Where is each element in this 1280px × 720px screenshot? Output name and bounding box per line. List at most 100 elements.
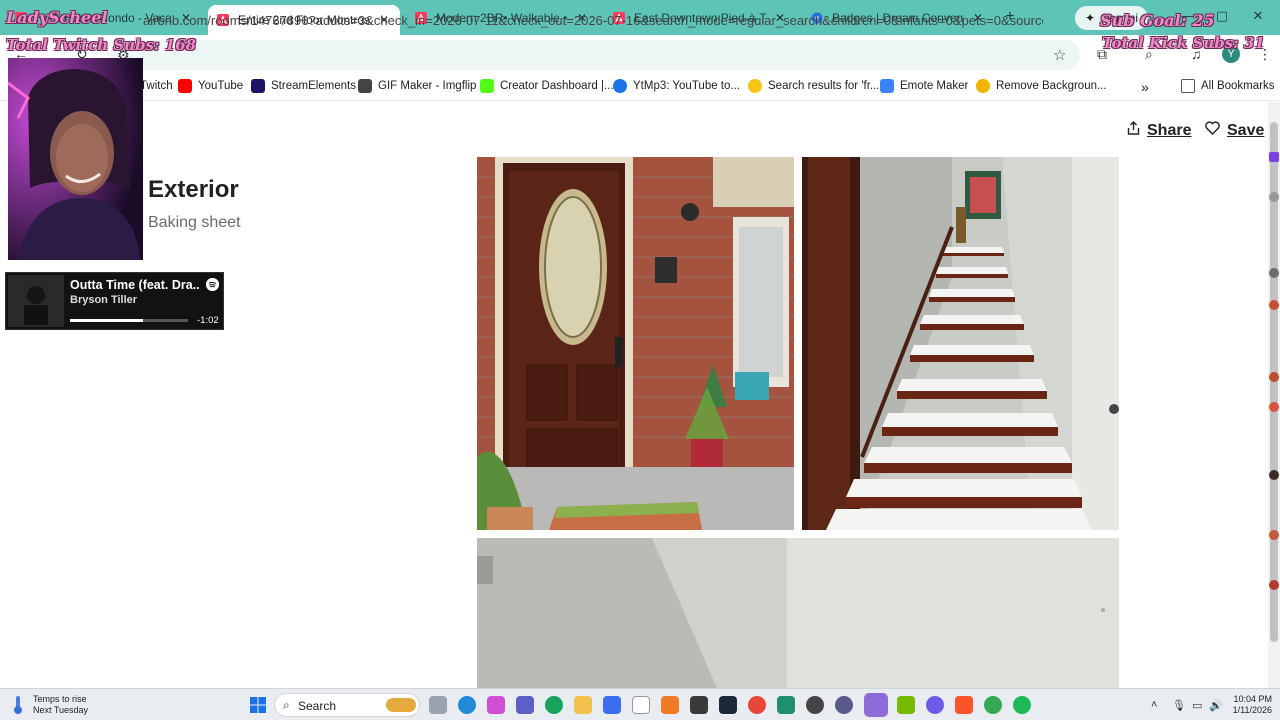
streamer-name-overlay: LadyScheel: [6, 8, 108, 27]
bookmark-label: YtMp3: YouTube to...: [633, 80, 740, 92]
bookmark-label: GIF Maker - Imgflip: [378, 80, 477, 92]
copilot-icon[interactable]: [487, 696, 505, 714]
bookmark-label: StreamElements: [271, 80, 357, 92]
bookmark-label: Emote Maker: [900, 80, 969, 92]
side-extension-strip: [1268, 140, 1280, 600]
emote-maker-icon: [880, 79, 894, 93]
speaker-icon[interactable]: 🔊: [1209, 699, 1223, 712]
capture-icon[interactable]: [690, 696, 708, 714]
spotify-taskbar-icon[interactable]: [1013, 696, 1031, 714]
url-text[interactable]: airbnb.com/rooms/14767896?adults=3&check…: [143, 13, 1043, 28]
chevron-up-icon[interactable]: ˄: [1151, 699, 1157, 711]
imgflip-icon: [358, 79, 372, 93]
chrome-profile-icon[interactable]: [984, 696, 1002, 714]
clock-date[interactable]: 1/11/2026: [1224, 705, 1272, 715]
all-bookmarks-label: All Bookmarks: [1201, 80, 1275, 92]
weather-title[interactable]: Temps to rise: [33, 694, 87, 704]
microphone-icon[interactable]: 🎙: [1172, 699, 1186, 712]
extension-icon[interactable]: [1269, 402, 1279, 412]
bookmark-streamelements[interactable]: StreamElements: [251, 79, 356, 93]
listing-photo-tour-page: Share Save Exterior Baking sheet: [0, 102, 1268, 688]
bookmark-youtube[interactable]: YouTube: [178, 79, 243, 93]
save-label: Save: [1227, 121, 1265, 139]
section-subtitle: Baking sheet: [148, 214, 241, 231]
folder-icon: [1181, 79, 1195, 93]
extension-icon[interactable]: [1269, 268, 1279, 278]
extension-icon[interactable]: [1269, 152, 1279, 162]
extension-icon[interactable]: [1269, 192, 1279, 202]
track-remaining-time: -1:02: [197, 315, 219, 326]
bookmark-imgflip[interactable]: GIF Maker - Imgflip: [358, 79, 476, 93]
search-icon: ⌕: [283, 698, 290, 712]
app-icon[interactable]: [777, 696, 795, 714]
save-button[interactable]: Save: [1205, 121, 1264, 140]
bookmark-search-results[interactable]: Search results for 'fr...: [748, 79, 880, 93]
brave-icon[interactable]: [955, 696, 973, 714]
bookmark-label: Search results for 'fr...: [768, 80, 880, 92]
extension-icon[interactable]: [1269, 300, 1279, 310]
file-explorer-icon[interactable]: [574, 696, 592, 714]
address-bar[interactable]: [110, 40, 1080, 70]
track-title: Outta Time (feat. Dra...: [70, 278, 200, 292]
bookmark-ytmp3[interactable]: YtMp3: YouTube to...: [613, 79, 740, 93]
app-circle-icon[interactable]: [835, 696, 853, 714]
windows-start-icon[interactable]: [249, 696, 267, 714]
more-bookmarks-chevron-icon[interactable]: »: [1141, 79, 1149, 95]
streamelements-icon: [251, 79, 265, 93]
notepad-icon[interactable]: [632, 696, 650, 714]
app-a-icon[interactable]: [661, 696, 679, 714]
nvidia-icon[interactable]: [897, 696, 915, 714]
share-icon: [1127, 121, 1140, 140]
share-button[interactable]: Share: [1127, 121, 1191, 140]
track-progress-fill: [70, 319, 144, 322]
steam-icon[interactable]: [719, 696, 737, 714]
twitch-subs-overlay: Total Twitch Subs: 168: [6, 36, 197, 54]
search-results-icon: [748, 79, 762, 93]
extension-icon[interactable]: [1269, 470, 1279, 480]
track-progress-bar: [70, 319, 188, 322]
discord-icon[interactable]: [864, 693, 888, 717]
creator-dashboard-icon: [480, 79, 494, 93]
extension-icon[interactable]: [1269, 580, 1279, 590]
ytmp3-icon: [613, 79, 627, 93]
photo-staircase[interactable]: [802, 157, 1119, 530]
clock-time[interactable]: 10:04 PM: [1224, 694, 1272, 704]
edge-icon[interactable]: [458, 696, 476, 714]
heart-icon: [1205, 121, 1220, 140]
obs-icon[interactable]: [806, 696, 824, 714]
xbox-icon[interactable]: [545, 696, 563, 714]
close-window-icon[interactable]: ✕: [1248, 8, 1268, 26]
bookmark-label: Remove Backgroun...: [996, 80, 1107, 92]
remove-bg-icon: [976, 79, 990, 93]
teams-icon[interactable]: [516, 696, 534, 714]
sub-goal-overlay: Sub Goal: 25: [1100, 11, 1215, 30]
all-bookmarks[interactable]: All Bookmarks: [1181, 79, 1275, 93]
photo-hallway-ceiling[interactable]: [477, 538, 1119, 688]
photo-front-door[interactable]: [477, 157, 794, 530]
share-label: Share: [1147, 121, 1192, 139]
display-icon[interactable]: ▭: [1192, 699, 1202, 712]
bookmarks-bar: Twitch YouTube StreamElements GIF Maker …: [0, 73, 1280, 101]
task-view-icon[interactable]: [429, 696, 447, 714]
bookmark-creator-dashboard[interactable]: Creator Dashboard |...: [480, 79, 614, 93]
youtube-icon: [178, 79, 192, 93]
bookmark-remove-background[interactable]: Remove Backgroun...: [976, 79, 1107, 93]
taskbar-search-label[interactable]: Search: [298, 699, 336, 713]
bookmark-emote-maker[interactable]: Emote Maker: [880, 79, 968, 93]
weather-subtitle[interactable]: Next Tuesday: [33, 705, 88, 715]
thermometer-icon[interactable]: [12, 695, 24, 715]
chrome-icon[interactable]: [748, 696, 766, 714]
app-c-icon[interactable]: [926, 696, 944, 714]
extension-icon[interactable]: [1269, 530, 1279, 540]
bookmark-label: Twitch: [140, 80, 173, 92]
maximize-icon[interactable]: ▢: [1212, 8, 1232, 26]
track-artist: Bryson Tiller: [70, 294, 138, 306]
webcam-overlay: [8, 58, 143, 260]
bookmark-label: Creator Dashboard |...: [500, 80, 614, 92]
now-playing-widget: Outta Time (feat. Dra... Bryson Tiller -…: [5, 272, 224, 330]
bookmark-label: YouTube: [198, 80, 244, 92]
bookmark-star-icon[interactable]: ☆: [1053, 46, 1066, 64]
extension-icon[interactable]: [1269, 372, 1279, 382]
kick-subs-overlay: Total Kick Subs: 31: [1102, 34, 1265, 52]
microsoft-store-icon[interactable]: [603, 696, 621, 714]
